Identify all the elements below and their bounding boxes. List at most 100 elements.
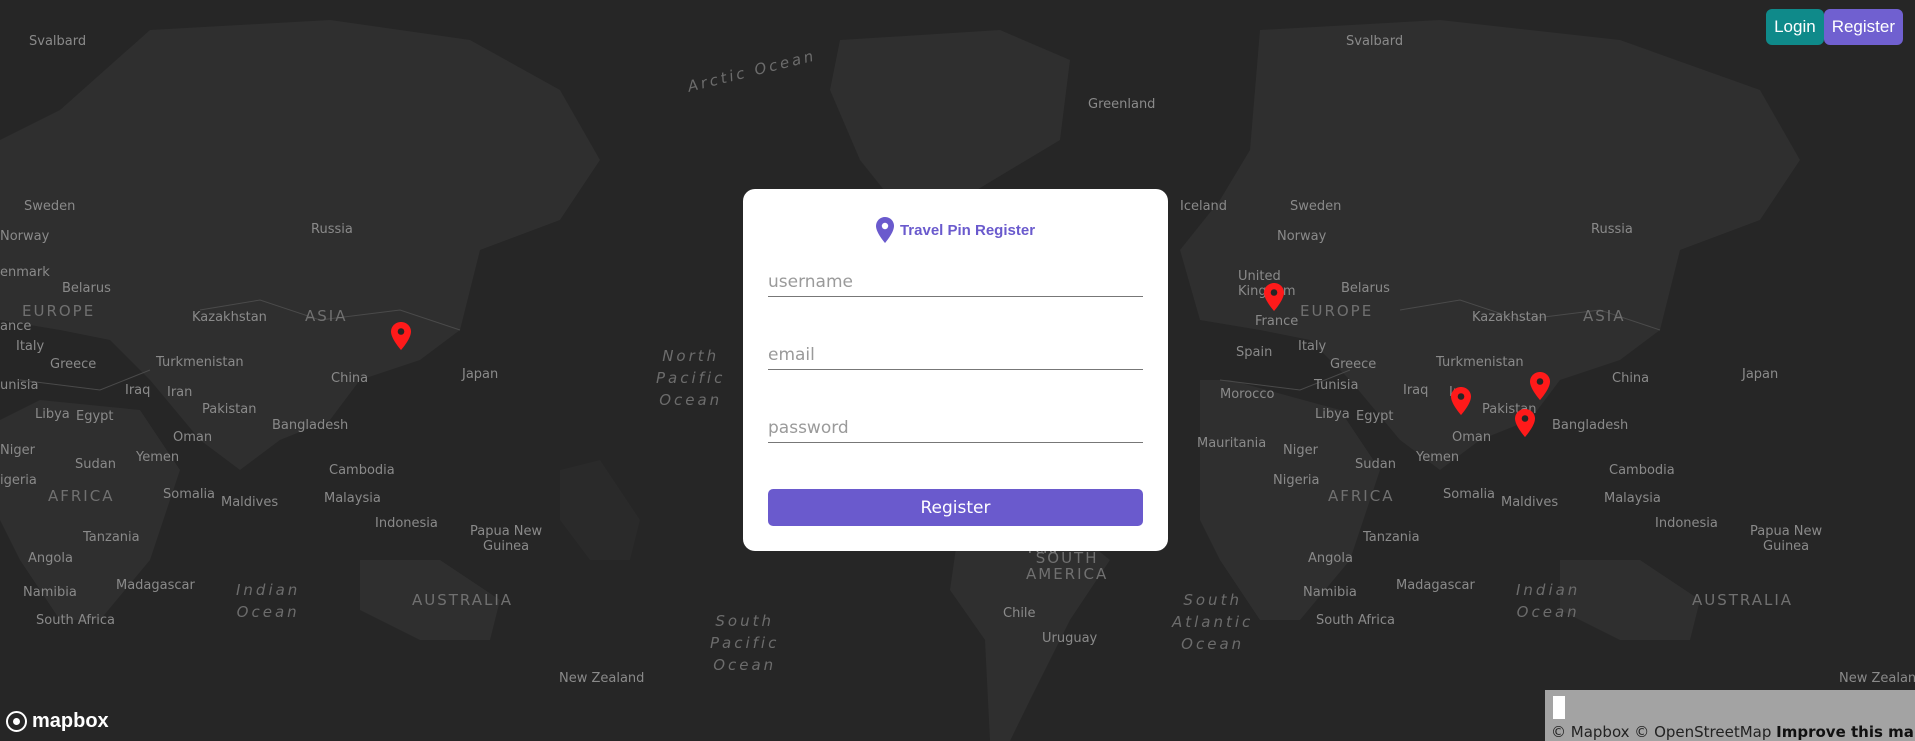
map-label-egypt-right: Egypt — [1356, 409, 1394, 424]
map-label-new-zealand-right: New Zealand — [1839, 671, 1915, 686]
map-label-south-africa-right: South Africa — [1316, 613, 1395, 628]
map-label-sweden-right: Sweden — [1290, 199, 1342, 214]
map-label-cambodia: Cambodia — [329, 463, 395, 478]
map-label-nigeria: igeria — [0, 473, 37, 488]
map-label-belarus: Belarus — [62, 281, 111, 296]
attribution-copyright[interactable]: © Mapbox © OpenStreetMap — [1551, 723, 1771, 741]
map-label-bangladesh: Bangladesh — [272, 418, 349, 433]
map-label-egypt: Egypt — [76, 409, 114, 424]
map-label-italy-right: Italy — [1298, 339, 1327, 354]
map-label-namibia: Namibia — [23, 585, 77, 600]
map-label-niger-right: Niger — [1283, 443, 1318, 458]
map-label-bangladesh-right: Bangladesh — [1552, 418, 1629, 433]
map-label-mauritania: Mauritania — [1197, 436, 1267, 451]
map-label-namibia-right: Namibia — [1303, 585, 1357, 600]
map-label-tunisia-right: Tunisia — [1314, 378, 1359, 393]
map-label-italy: Italy — [16, 339, 45, 354]
map-label-oman-right: Oman — [1452, 430, 1492, 445]
map-label-tanzania-right: Tanzania — [1363, 530, 1420, 545]
map-label-greenland: Greenland — [1088, 97, 1156, 112]
map-label-angola: Angola — [28, 551, 73, 566]
location-pin-icon[interactable] — [1451, 387, 1471, 415]
map-label-new-zealand: New Zealand — [559, 671, 645, 686]
improve-map-link[interactable]: Improve this map — [1776, 723, 1915, 741]
map-label-europe: EUROPE — [22, 302, 96, 320]
map-label-asia-right: ASIA — [1583, 307, 1626, 325]
attribution-panel: © Mapbox © OpenStreetMap Improve this ma… — [1545, 690, 1915, 741]
map-label-japan: Japan — [462, 367, 499, 382]
attribution-toggle[interactable] — [1553, 696, 1565, 719]
username-input[interactable] — [768, 268, 1143, 297]
map-label-south-pacific-ocean: South Pacific Ocean — [710, 612, 780, 674]
map-label-cambodia-right: Cambodia — [1609, 463, 1675, 478]
map-label-asia: ASIA — [305, 307, 348, 325]
map-label-south-atlantic-ocean: South Atlantic Ocean — [1172, 591, 1254, 653]
register-form-title-text: Travel Pin Register — [899, 221, 1036, 239]
mapbox-logo-icon — [6, 711, 27, 732]
location-pin-icon[interactable] — [1515, 409, 1535, 437]
map-label-australia-right: AUSTRALIA — [1692, 591, 1794, 609]
map-label-chile: Chile — [1003, 606, 1036, 621]
map-label-indonesia-right: Indonesia — [1655, 516, 1718, 531]
map-label-morocco: Morocco — [1220, 387, 1275, 402]
map-label-spain: Spain — [1236, 345, 1273, 360]
location-pin-icon — [875, 217, 894, 243]
map-label-norway: Norway — [0, 229, 50, 244]
map-label-libya-right: Libya — [1315, 407, 1350, 422]
map-label-papua-new-guinea: Papua New Guinea — [470, 524, 543, 554]
map-label-indian-ocean: Indian Ocean — [236, 581, 301, 621]
map-label-sudan: Sudan — [75, 457, 116, 472]
map-label-tanzania: Tanzania — [83, 530, 140, 545]
map-label-turkmenistan-right: Turkmenistan — [1436, 355, 1524, 370]
mapbox-logo[interactable]: mapbox — [6, 710, 109, 733]
map-label-svalbard: Svalbard — [29, 34, 87, 49]
register-submit-button[interactable]: Register — [768, 489, 1143, 526]
map-label-tunisia: unisia — [0, 378, 39, 393]
map-label-australia: AUSTRALIA — [412, 591, 514, 609]
login-button[interactable]: Login — [1766, 9, 1824, 45]
map-label-sudan-right: Sudan — [1355, 457, 1396, 472]
map-label-iceland: Iceland — [1180, 199, 1228, 214]
map-label-ance: ance — [0, 319, 32, 334]
map-label-indonesia: Indonesia — [375, 516, 438, 531]
map-label-china: China — [331, 371, 369, 386]
password-input[interactable] — [768, 414, 1143, 443]
map-label-yemen: Yemen — [136, 450, 180, 465]
map-label-europe-right: EUROPE — [1300, 302, 1374, 320]
map-label-malaysia-right: Malaysia — [1604, 491, 1661, 506]
map-label-indian-ocean-right: Indian Ocean — [1516, 581, 1581, 621]
map-label-africa-right: AFRICA — [1328, 487, 1395, 505]
map-label-yemen-right: Yemen — [1416, 450, 1460, 465]
mapbox-logo-text: mapbox — [32, 710, 109, 732]
map-label-nigeria-right: Nigeria — [1273, 473, 1320, 488]
map-label-north-pacific-ocean: North Pacific Ocean — [656, 347, 726, 409]
map-label-svalbard-right: Svalbard — [1346, 34, 1404, 49]
map-label-somalia-right: Somalia — [1443, 487, 1496, 502]
map-label-iraq: Iraq — [125, 383, 151, 398]
map-label-pakistan: Pakistan — [202, 402, 257, 417]
map-label-china-right: China — [1612, 371, 1650, 386]
email-input[interactable] — [768, 341, 1143, 370]
map-label-madagascar: Madagascar — [116, 578, 195, 593]
map-label-sweden: Sweden — [24, 199, 76, 214]
location-pin-icon[interactable] — [1264, 283, 1284, 311]
map-label-iran: Iran — [167, 385, 193, 400]
map-label-south-america: SOUTH AMERICA — [1026, 549, 1109, 583]
map-label-malaysia: Malaysia — [324, 491, 381, 506]
map-label-greece: Greece — [50, 357, 97, 372]
register-form-card: Travel Pin Register Register — [743, 189, 1168, 551]
map-label-russia-right: Russia — [1591, 222, 1633, 237]
map-label-south-africa: South Africa — [36, 613, 115, 628]
register-button[interactable]: Register — [1823, 9, 1903, 45]
map-label-france: France — [1255, 314, 1299, 329]
map-label-papua-new-guinea-right: Papua New Guinea — [1750, 524, 1823, 554]
map-label-africa: AFRICA — [48, 487, 115, 505]
map-label-russia: Russia — [311, 222, 353, 237]
map-label-madagascar-right: Madagascar — [1396, 578, 1475, 593]
location-pin-icon[interactable] — [391, 322, 411, 350]
location-pin-icon[interactable] — [1530, 372, 1550, 400]
attribution-text: © Mapbox © OpenStreetMap Improve this ma… — [1551, 723, 1915, 741]
map-label-japan-right: Japan — [1742, 367, 1779, 382]
map-label-somalia: Somalia — [163, 487, 216, 502]
map-label-iraq-right: Iraq — [1403, 383, 1429, 398]
